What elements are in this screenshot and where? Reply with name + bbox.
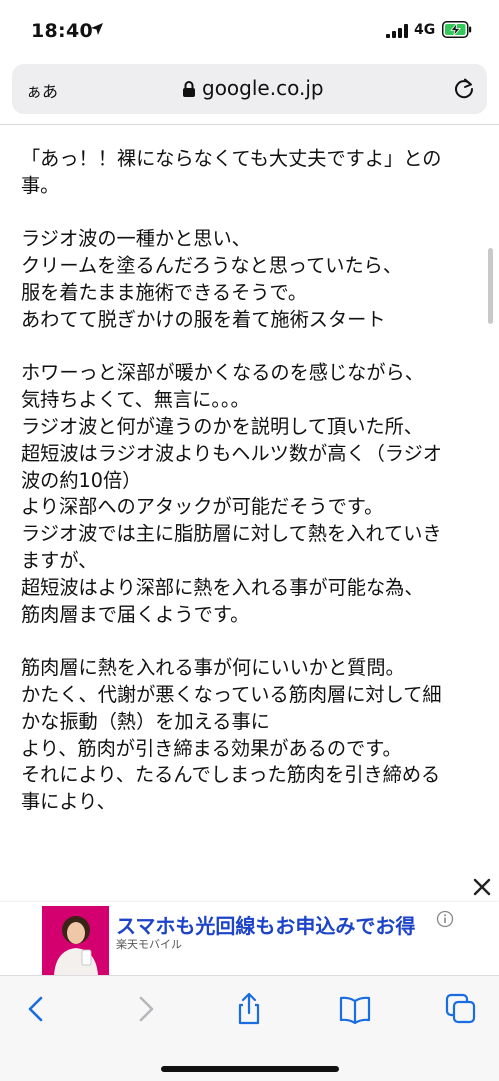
article-body: 「あっ！！裸にならなくても大丈夫ですよ」との 事。ラジオ波の一種かと思い、クリーム… [21, 146, 481, 816]
article-line: ラジオ波では主に脂肪層に対して熱を入れていき [21, 522, 442, 546]
article-line: 服を着たまま施術できるそうで。 [21, 280, 308, 304]
status-time: 18:40 [31, 20, 93, 42]
status-bar: 18:40 4G [0, 0, 499, 62]
article-line: 「あっ！！裸にならなくても大丈夫ですよ」との [21, 147, 442, 170]
scroll-indicator[interactable] [488, 248, 493, 324]
home-indicator[interactable] [161, 1066, 339, 1072]
location-arrow-icon [91, 23, 103, 35]
ad-title[interactable]: スマホも光回線もお申込みでお得 [116, 910, 415, 939]
article-line: 事により、 [21, 790, 116, 814]
battery-charging-icon [442, 21, 472, 38]
article-line: ラジオ波と何が違うのかを説明して頂いた所、 [21, 414, 423, 438]
address-bar[interactable]: ぁあ google.co.jp [12, 64, 487, 114]
article-line: 超短波はラジオ波よりもヘルツ数が高く（ラジオ [21, 441, 442, 465]
text-size-button[interactable]: ぁあ [26, 78, 58, 102]
article-line: 筋肉層に熱を入れる事が何にいいかと質問。 [21, 656, 405, 680]
lock-icon [183, 81, 195, 97]
article-line: ますが、 [21, 548, 98, 572]
article-line: クリームを塗るんだろうなと思っていたら、 [21, 254, 403, 278]
ad-close-icon[interactable] [468, 873, 496, 901]
browser-toolbar [0, 975, 499, 1081]
signal-bars-icon [386, 24, 408, 38]
forward-icon[interactable] [128, 992, 162, 1026]
ad-banner[interactable]: スマホも光回線もお申込みでお得 楽天モバイル [0, 902, 499, 975]
toolbar-divider [0, 124, 499, 125]
network-type: 4G [414, 22, 436, 38]
ad-info-icon[interactable] [436, 910, 454, 928]
back-icon[interactable] [20, 992, 54, 1026]
article-line: 筋肉層まで届くようです。 [21, 602, 250, 626]
ad-person-image [42, 906, 109, 975]
article-line: ホワーっと深部が暖かくなるのを感じながら、 [21, 361, 424, 385]
url-text[interactable]: google.co.jp [202, 76, 324, 100]
reload-icon[interactable] [452, 77, 476, 101]
ad-image[interactable] [42, 906, 109, 975]
article-line: あわてて脱ぎかけの服を着て施術スタート [21, 307, 386, 331]
article-line: 波の約10倍） [21, 468, 142, 492]
ad-advertiser: 楽天モバイル [116, 938, 182, 951]
article-line: ラジオ波の一種かと思い、 [21, 227, 251, 251]
article-line: それにより、たるんでしまった筋肉を引き締める [21, 763, 441, 787]
bookmarks-icon[interactable] [338, 992, 372, 1026]
tabs-icon[interactable] [444, 992, 478, 1026]
article-line: より、筋肉が引き締まる効果があるのです。 [21, 736, 402, 760]
article-line: かたく、代謝が悪くなっている筋肉層に対して細 [21, 682, 442, 706]
article-line: より深部へのアタックが可能だそうです。 [21, 495, 384, 519]
article-line: 気持ちよくて、無言に。。。 [21, 388, 250, 412]
article-line: 事。 [21, 173, 60, 197]
share-icon[interactable] [232, 992, 266, 1026]
article-line: 超短波はより深部に熱を入れる事が可能な為、 [21, 575, 424, 599]
article-line: かな振動（熱）を加える事に [21, 709, 270, 733]
